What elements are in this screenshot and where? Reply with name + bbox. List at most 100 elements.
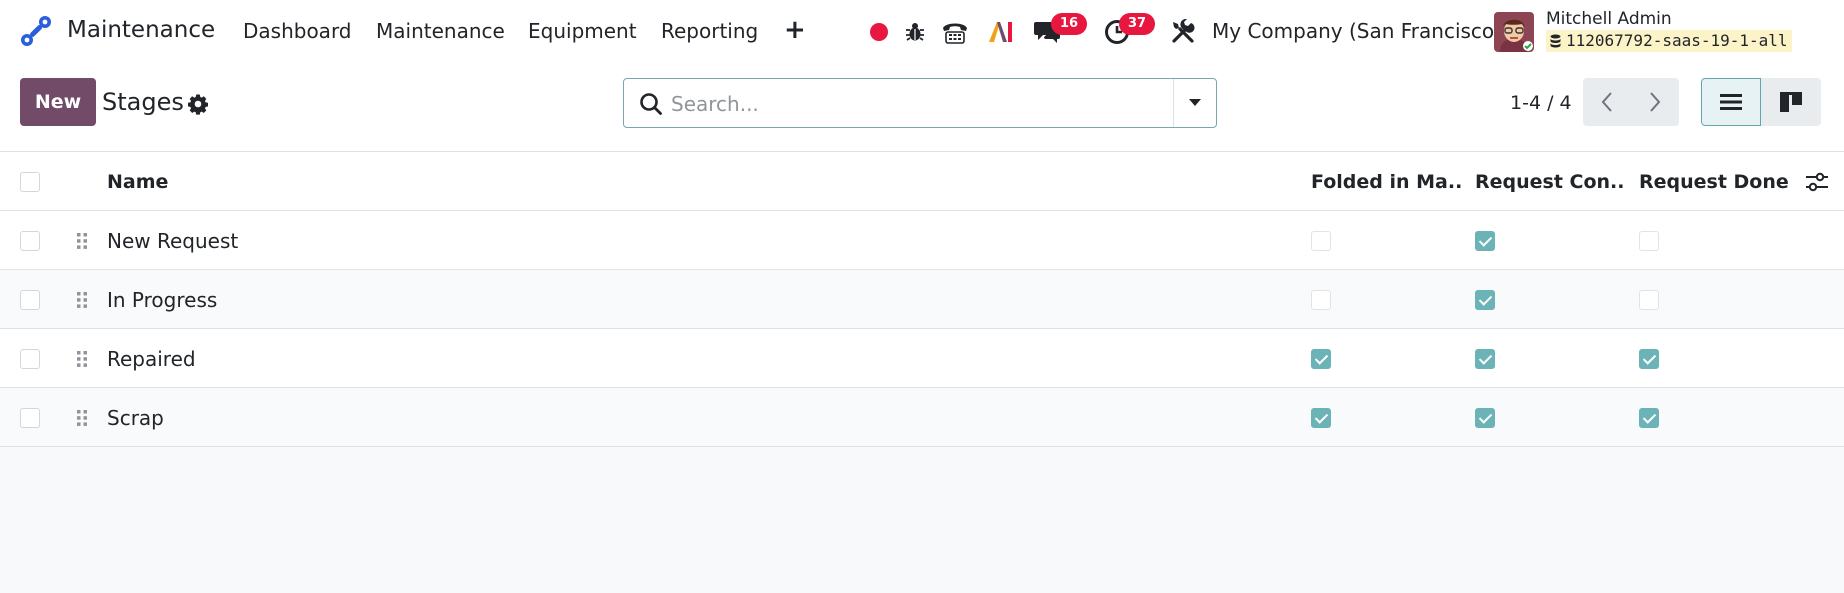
request-done-cell <box>1639 329 1661 388</box>
pager-previous-button[interactable] <box>1583 78 1631 126</box>
menu-dashboard[interactable]: Dashboard <box>243 19 352 43</box>
stages-table: Name Folded in Ma... Request Con... Requ… <box>0 152 1844 447</box>
caret-down-icon <box>1189 99 1201 106</box>
request-confirmed-checkbox[interactable] <box>1475 289 1495 310</box>
drag-handle[interactable] <box>76 270 90 329</box>
kanban-view-button[interactable] <box>1761 78 1821 126</box>
request-confirmed-checkbox[interactable] <box>1475 348 1495 369</box>
bug-icon[interactable] <box>900 17 930 47</box>
column-header-name[interactable]: Name <box>107 152 1007 211</box>
table-row[interactable]: Scrap <box>0 388 1844 447</box>
optional-columns-toggle[interactable] <box>1805 152 1833 211</box>
request-done-cell <box>1639 270 1661 329</box>
menu-reporting[interactable]: Reporting <box>661 19 758 43</box>
table-body: New Request In Progress Repaired Scrap <box>0 211 1844 447</box>
row-select-cell[interactable] <box>20 211 42 270</box>
row-checkbox[interactable] <box>20 348 40 369</box>
request-done-checkbox[interactable] <box>1639 407 1659 428</box>
chevron-left-icon <box>1601 92 1612 112</box>
drag-handle-icon <box>77 291 87 308</box>
drag-handle[interactable] <box>76 329 90 388</box>
database-name: 112067792-saas-19-1-all <box>1546 30 1792 52</box>
pager-next-button[interactable] <box>1631 78 1679 126</box>
drag-handle-icon <box>77 232 87 249</box>
request-confirmed-cell <box>1475 270 1497 329</box>
app-logo-icon[interactable] <box>18 13 54 49</box>
folded-cell <box>1311 270 1333 329</box>
folded-cell <box>1311 329 1333 388</box>
stage-name[interactable]: Repaired <box>107 329 1007 388</box>
database-label: 112067792-saas-19-1-all <box>1566 31 1788 50</box>
app-name[interactable]: Maintenance <box>67 17 215 43</box>
plus-icon[interactable]: + <box>784 16 806 44</box>
folded-cell <box>1311 388 1333 447</box>
gear-icon[interactable] <box>187 93 209 115</box>
select-all-checkbox[interactable] <box>20 171 40 192</box>
tools-icon[interactable] <box>1168 17 1198 47</box>
row-checkbox[interactable] <box>20 230 40 251</box>
company-switcher[interactable]: My Company (San Francisco) <box>1212 19 1502 43</box>
search-input[interactable] <box>671 89 1131 119</box>
stage-name[interactable]: Scrap <box>107 388 1007 447</box>
table-header: Name Folded in Ma... Request Con... Requ… <box>0 152 1844 211</box>
drag-handle[interactable] <box>76 388 90 447</box>
column-header-request-done[interactable]: Request Done <box>1639 152 1789 211</box>
stage-name[interactable]: In Progress <box>107 270 1007 329</box>
kanban-view-icon <box>1780 92 1802 112</box>
top-navbar: Maintenance Dashboard Maintenance Equipm… <box>0 0 1844 64</box>
sliders-icon <box>1806 172 1828 191</box>
row-select-cell[interactable] <box>20 329 42 388</box>
table-row[interactable]: Repaired <box>0 329 1844 388</box>
pager-value[interactable]: 1-4 / 4 <box>1510 92 1572 114</box>
table-row[interactable]: In Progress <box>0 270 1844 329</box>
column-header-folded[interactable]: Folded in Ma... <box>1311 152 1461 211</box>
select-all-checkbox-cell[interactable] <box>20 152 42 211</box>
request-confirmed-cell <box>1475 388 1497 447</box>
activities-badge: 37 <box>1119 13 1155 35</box>
folded-checkbox[interactable] <box>1311 407 1331 428</box>
view-switcher <box>1701 78 1821 126</box>
drag-handle-icon <box>77 350 87 367</box>
new-button[interactable]: New <box>20 78 96 126</box>
list-view-button[interactable] <box>1701 78 1761 126</box>
request-done-checkbox[interactable] <box>1639 348 1659 369</box>
request-confirmed-cell <box>1475 211 1497 270</box>
request-done-checkbox[interactable] <box>1639 230 1659 251</box>
list-view-icon <box>1720 94 1742 110</box>
messages-badge: 16 <box>1051 13 1087 35</box>
search-bar[interactable] <box>623 78 1217 128</box>
user-avatar[interactable] <box>1494 12 1534 52</box>
request-done-cell <box>1639 388 1661 447</box>
stage-name[interactable]: New Request <box>107 211 1007 270</box>
control-panel: New Stages 1-4 / 4 <box>0 64 1844 152</box>
request-confirmed-checkbox[interactable] <box>1475 230 1495 251</box>
menu-maintenance[interactable]: Maintenance <box>376 19 505 43</box>
user-name[interactable]: Mitchell Admin <box>1546 9 1672 29</box>
folded-checkbox[interactable] <box>1311 230 1331 251</box>
request-done-checkbox[interactable] <box>1639 289 1659 310</box>
column-header-request-confirmed[interactable]: Request Con... <box>1475 152 1625 211</box>
menu-equipment[interactable]: Equipment <box>528 19 637 43</box>
page-title: Stages <box>102 88 184 116</box>
phone-icon[interactable] <box>940 17 970 47</box>
folded-cell <box>1311 211 1333 270</box>
pager-buttons <box>1583 78 1679 126</box>
request-done-cell <box>1639 211 1661 270</box>
ai-icon[interactable] <box>986 17 1016 47</box>
request-confirmed-cell <box>1475 329 1497 388</box>
row-checkbox[interactable] <box>20 289 40 310</box>
folded-checkbox[interactable] <box>1311 289 1331 310</box>
request-confirmed-checkbox[interactable] <box>1475 407 1495 428</box>
folded-checkbox[interactable] <box>1311 348 1331 369</box>
row-select-cell[interactable] <box>20 270 42 329</box>
search-icon <box>640 93 662 115</box>
drag-handle-icon <box>77 409 87 426</box>
row-select-cell[interactable] <box>20 388 42 447</box>
search-options-toggle[interactable] <box>1174 79 1216 127</box>
table-row[interactable]: New Request <box>0 211 1844 270</box>
recording-dot-icon[interactable] <box>864 17 894 47</box>
drag-handle[interactable] <box>76 211 90 270</box>
database-icon <box>1550 34 1561 48</box>
chevron-right-icon <box>1650 92 1661 112</box>
row-checkbox[interactable] <box>20 407 40 428</box>
